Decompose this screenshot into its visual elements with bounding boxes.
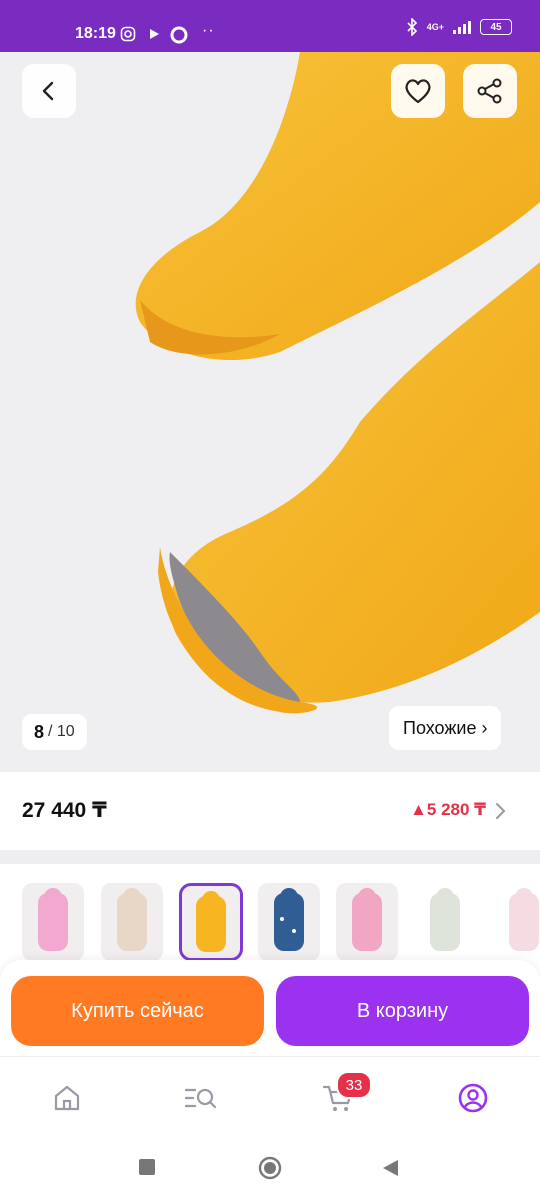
- network-label: 4G+: [426, 22, 444, 32]
- chevron-left-icon: [42, 81, 54, 101]
- variant-thumb-navy[interactable]: [258, 883, 320, 961]
- favorite-button[interactable]: [391, 64, 445, 118]
- product-photo: [135, 52, 540, 714]
- play-icon: [150, 29, 159, 39]
- bluetooth-icon: [407, 18, 417, 36]
- recents-icon[interactable]: [139, 1159, 155, 1175]
- variant-thumb-rose[interactable]: [336, 883, 398, 961]
- image-counter: 8 / 10: [22, 714, 87, 750]
- battery-icon: 45: [480, 19, 512, 35]
- product-image[interactable]: 8 / 10 Похожие ›: [0, 52, 540, 772]
- nav-catalog[interactable]: [181, 1078, 221, 1118]
- heart-icon: [405, 79, 431, 104]
- status-bar: 18:19 ·· 4G+ 45: [0, 0, 540, 52]
- counter-total: / 10: [48, 723, 75, 740]
- catalog-search-icon: [184, 1088, 217, 1109]
- price-difference[interactable]: ▲5 280 ₸: [410, 800, 486, 820]
- signal-icon: [453, 21, 471, 34]
- back-button[interactable]: [22, 64, 76, 118]
- cart-badge: 33: [336, 1071, 372, 1099]
- home-icon: [54, 1085, 80, 1111]
- add-to-cart-label: В корзину: [356, 999, 449, 1022]
- profile-icon: [458, 1083, 488, 1113]
- similar-label: Похожие ›: [403, 717, 488, 738]
- buy-now-label: Купить сейчас: [71, 999, 204, 1022]
- share-button[interactable]: [463, 64, 517, 118]
- variant-thumb-beige[interactable]: [101, 883, 163, 961]
- variant-thumb-pink[interactable]: [22, 883, 84, 961]
- record-icon: [170, 26, 188, 44]
- nav-profile[interactable]: [453, 1078, 493, 1118]
- more-dots-icon: ··: [202, 22, 215, 39]
- nav-home[interactable]: [47, 1078, 87, 1118]
- instagram-icon: [120, 26, 136, 42]
- variant-thumb-sage[interactable]: [414, 883, 476, 961]
- variant-thumb-lightpink[interactable]: [493, 883, 540, 961]
- chevron-right-icon[interactable]: [494, 801, 508, 821]
- status-time: 18:19: [75, 25, 116, 42]
- similar-button[interactable]: Похожие ›: [389, 706, 502, 750]
- back-system-icon[interactable]: [380, 1158, 400, 1178]
- status-right: 4G+ 45: [405, 18, 512, 36]
- share-icon: [477, 78, 502, 104]
- home-system-icon[interactable]: [257, 1155, 283, 1181]
- add-to-cart-button[interactable]: В корзину: [276, 976, 529, 1046]
- section-separator: [0, 850, 540, 864]
- buy-now-button[interactable]: Купить сейчас: [11, 976, 264, 1046]
- battery-level: 45: [490, 21, 502, 33]
- counter-current: 8: [34, 721, 45, 742]
- variant-thumb-yellow[interactable]: [179, 883, 243, 961]
- price-current: 27 440 ₸: [22, 799, 107, 822]
